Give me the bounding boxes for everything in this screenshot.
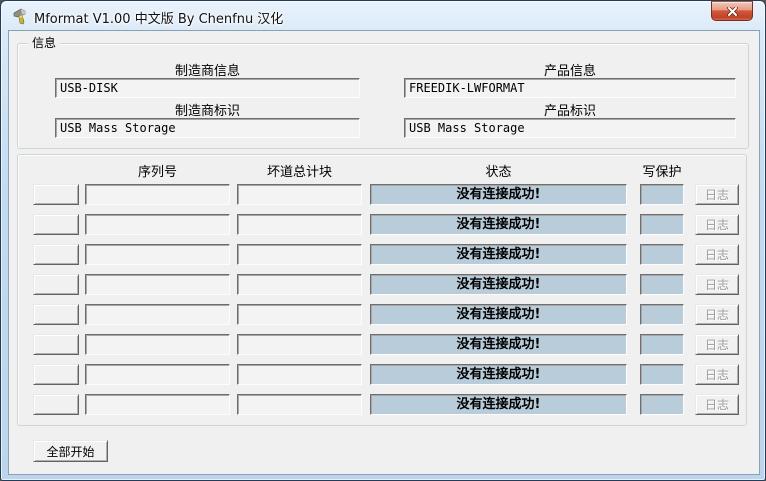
- info-groupbox: 信息 制造商信息 产品信息 制造商标识 产品标识: [17, 43, 749, 149]
- status-field: 没有连接成功!: [370, 394, 627, 415]
- status-field: 没有连接成功!: [370, 364, 627, 385]
- table-row: 没有连接成功! 日志: [18, 214, 746, 235]
- device-select-button[interactable]: [33, 214, 79, 235]
- manufacturer-info-field[interactable]: [55, 78, 360, 98]
- serial-field[interactable]: [85, 334, 230, 355]
- log-button[interactable]: 日志: [695, 274, 739, 295]
- status-field: 没有连接成功!: [370, 244, 627, 265]
- device-select-button[interactable]: [33, 304, 79, 325]
- device-select-button[interactable]: [33, 244, 79, 265]
- device-select-button[interactable]: [33, 274, 79, 295]
- status-field: 没有连接成功!: [370, 214, 627, 235]
- device-select-button[interactable]: [33, 394, 79, 415]
- log-button[interactable]: 日志: [695, 304, 739, 325]
- product-id-label: 产品标识: [404, 100, 736, 119]
- product-info-label: 产品信息: [404, 60, 736, 79]
- table-row: 没有连接成功! 日志: [18, 394, 746, 415]
- bad-blocks-field[interactable]: [237, 394, 362, 415]
- write-protect-field: [640, 214, 684, 235]
- status-field: 没有连接成功!: [370, 184, 627, 205]
- product-info-field[interactable]: [404, 78, 736, 98]
- serial-column-header: 序列号: [85, 161, 230, 180]
- device-select-button[interactable]: [33, 334, 79, 355]
- write-protect-field: [640, 274, 684, 295]
- titlebar[interactable]: Mformat V1.00 中文版 By Chenfnu 汉化: [1, 1, 765, 31]
- app-window: Mformat V1.00 中文版 By Chenfnu 汉化 信息 制造商信息…: [0, 0, 766, 481]
- bad-blocks-field[interactable]: [237, 334, 362, 355]
- device-select-button[interactable]: [33, 184, 79, 205]
- serial-field[interactable]: [85, 304, 230, 325]
- bad-blocks-field[interactable]: [237, 304, 362, 325]
- log-button[interactable]: 日志: [695, 334, 739, 355]
- write-protect-field: [640, 244, 684, 265]
- serial-field[interactable]: [85, 214, 230, 235]
- log-button[interactable]: 日志: [695, 364, 739, 385]
- status-field: 没有连接成功!: [370, 334, 627, 355]
- product-id-field[interactable]: [404, 118, 736, 138]
- log-button[interactable]: 日志: [695, 214, 739, 235]
- write-protect-field: [640, 184, 684, 205]
- serial-field[interactable]: [85, 244, 230, 265]
- serial-field[interactable]: [85, 394, 230, 415]
- manufacturer-id-field[interactable]: [55, 118, 360, 138]
- table-row: 没有连接成功! 日志: [18, 274, 746, 295]
- bad-blocks-field[interactable]: [237, 364, 362, 385]
- bad-blocks-field[interactable]: [237, 244, 362, 265]
- bad-blocks-field[interactable]: [237, 274, 362, 295]
- write-protect-field: [640, 364, 684, 385]
- bad-blocks-field[interactable]: [237, 184, 362, 205]
- device-table-groupbox: 序列号 坏道总计块 状态 写保护 没有连接成功! 日志 没有连接成功! 日志 没…: [17, 154, 747, 426]
- info-group-label: 信息: [28, 36, 60, 51]
- app-icon: [12, 8, 29, 25]
- table-row: 没有连接成功! 日志: [18, 244, 746, 265]
- bad-blocks-column-header: 坏道总计块: [237, 161, 362, 180]
- manufacturer-info-label: 制造商信息: [55, 60, 360, 79]
- table-row: 没有连接成功! 日志: [18, 364, 746, 385]
- device-select-button[interactable]: [33, 364, 79, 385]
- bad-blocks-field[interactable]: [237, 214, 362, 235]
- window-title: Mformat V1.00 中文版 By Chenfnu 汉化: [34, 8, 283, 27]
- status-column-header: 状态: [370, 161, 627, 180]
- write-protect-field: [640, 334, 684, 355]
- table-row: 没有连接成功! 日志: [18, 334, 746, 355]
- table-row: 没有连接成功! 日志: [18, 304, 746, 325]
- log-button[interactable]: 日志: [695, 184, 739, 205]
- start-all-button[interactable]: 全部开始: [33, 440, 108, 462]
- write-protect-column-header: 写保护: [632, 161, 692, 180]
- serial-field[interactable]: [85, 274, 230, 295]
- log-button[interactable]: 日志: [695, 244, 739, 265]
- close-button[interactable]: [711, 1, 753, 21]
- serial-field[interactable]: [85, 364, 230, 385]
- serial-field[interactable]: [85, 184, 230, 205]
- log-button[interactable]: 日志: [695, 394, 739, 415]
- status-field: 没有连接成功!: [370, 274, 627, 295]
- write-protect-field: [640, 304, 684, 325]
- manufacturer-id-label: 制造商标识: [55, 100, 360, 119]
- write-protect-field: [640, 394, 684, 415]
- client-area: 信息 制造商信息 产品信息 制造商标识 产品标识 序列号 坏道总计块 状态 写保…: [9, 31, 759, 474]
- status-field: 没有连接成功!: [370, 304, 627, 325]
- table-row: 没有连接成功! 日志: [18, 184, 746, 205]
- close-icon: [727, 7, 738, 16]
